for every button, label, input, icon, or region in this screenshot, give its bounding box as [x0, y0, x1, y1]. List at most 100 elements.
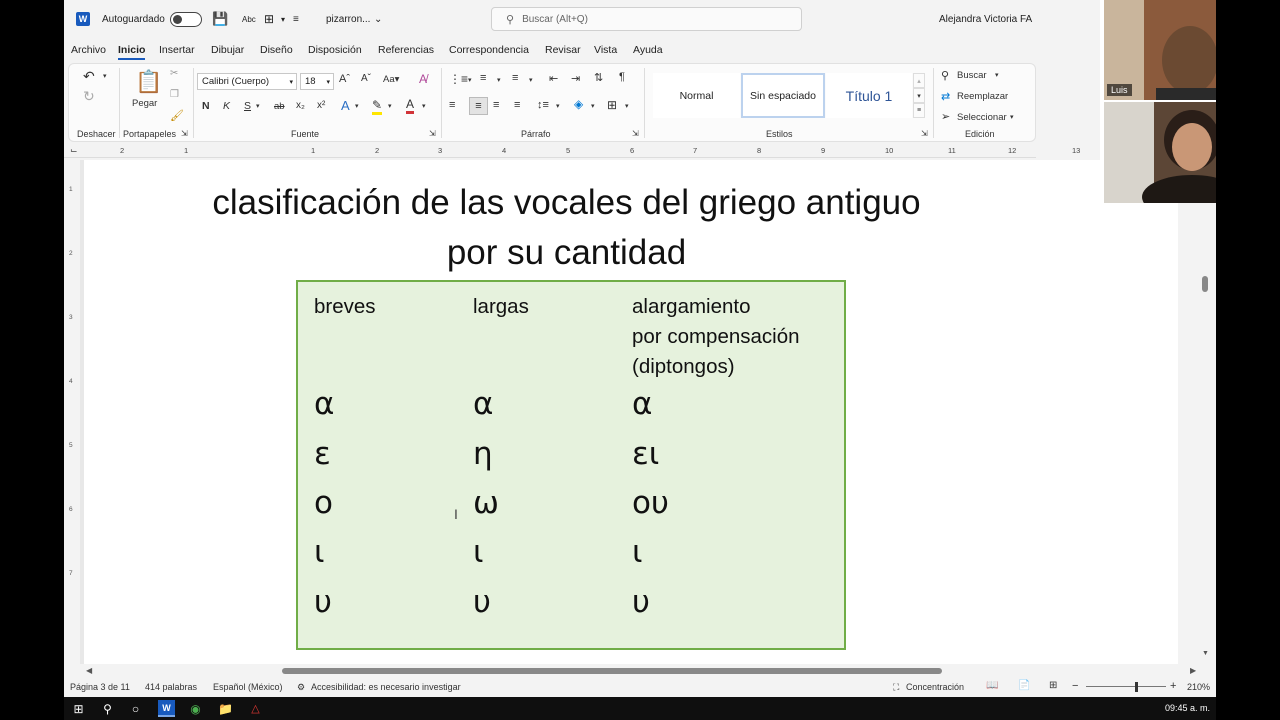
styles-launcher-icon[interactable]: ⇲	[921, 129, 928, 138]
align-right-icon[interactable]: ≡	[493, 99, 499, 111]
clear-formatting-icon[interactable]: A̸	[419, 72, 427, 86]
increase-indent-icon[interactable]: ⇥	[571, 72, 580, 85]
document-heading[interactable]: clasificación de las vocales del griego …	[84, 178, 1049, 278]
change-case-icon[interactable]: Aa▾	[383, 74, 399, 85]
justify-icon[interactable]: ≡	[514, 99, 520, 111]
document-area[interactable]: clasificación de las vocales del griego …	[80, 160, 1178, 664]
find-button[interactable]: Buscar	[957, 70, 987, 81]
spelling-icon[interactable]: Abc	[242, 0, 256, 38]
clipboard-launcher-icon[interactable]: ⇲	[181, 129, 188, 138]
zoom-slider-thumb[interactable]	[1135, 682, 1138, 692]
bullets-dropdown-icon[interactable]: ▾	[468, 76, 472, 84]
align-left-icon[interactable]: ≡	[449, 99, 455, 111]
file-explorer-icon[interactable]: 📁	[217, 700, 234, 717]
accessibility-status[interactable]: Accesibilidad: es necesario investigar	[311, 682, 461, 692]
underline-button[interactable]: S	[244, 100, 251, 112]
chrome-icon[interactable]: ◉	[187, 700, 204, 717]
language-status[interactable]: Español (México)	[213, 682, 283, 692]
bold-button[interactable]: N	[202, 100, 210, 112]
focus-icon[interactable]: ⛶	[893, 682, 899, 693]
accessibility-icon[interactable]: ⚙	[297, 682, 305, 693]
font-size-select[interactable]: 18 ▾	[300, 73, 334, 90]
tab-disposicion[interactable]: Disposición	[308, 44, 362, 56]
styles-more-icon[interactable]: ≡	[913, 103, 925, 118]
clock[interactable]: 09:45 a. m.	[1165, 703, 1210, 713]
qat-customize-icon[interactable]: ≡	[293, 0, 299, 38]
tab-diseno[interactable]: Diseño	[260, 44, 293, 56]
zoom-level[interactable]: 210%	[1187, 682, 1210, 692]
vowel-table[interactable]: breves largas alargamiento por compensac…	[296, 280, 846, 650]
replace-icon[interactable]: ⇄	[941, 90, 950, 103]
read-mode-icon[interactable]: 📖	[986, 680, 998, 691]
strikethrough-button[interactable]: ab	[274, 101, 285, 112]
select-icon[interactable]: ➢	[941, 110, 950, 123]
print-layout-icon[interactable]: 📄	[1018, 680, 1030, 691]
participant-video-luis[interactable]: Luis	[1104, 0, 1216, 100]
multilevel-dropdown-icon[interactable]: ▾	[529, 76, 533, 84]
search-icon[interactable]: ⚲	[99, 700, 116, 717]
sort-icon[interactable]: ⇅	[594, 71, 603, 84]
task-view-icon[interactable]: ○	[127, 700, 144, 717]
zoom-slider[interactable]	[1086, 686, 1166, 687]
numbering-dropdown-icon[interactable]: ▾	[497, 76, 501, 84]
underline-dropdown-icon[interactable]: ▾	[256, 102, 260, 110]
borders-icon[interactable]: ⊞	[607, 98, 617, 112]
focus-mode[interactable]: Concentración	[906, 682, 964, 692]
web-layout-icon[interactable]: ⊞	[1049, 680, 1057, 691]
find-icon[interactable]: ⚲	[941, 69, 949, 82]
acrobat-icon[interactable]: △	[247, 700, 264, 717]
shrink-font-icon[interactable]: Aˇ	[361, 73, 371, 84]
bullets-icon[interactable]: ⋮≡	[449, 72, 468, 86]
undo-dropdown-icon[interactable]: ▾	[103, 72, 107, 80]
grow-font-icon[interactable]: Aˆ	[339, 73, 350, 85]
style-sin-espaciado[interactable]: Sin espaciado	[741, 73, 825, 118]
styles-scroll-down-icon[interactable]: ▾	[913, 88, 925, 103]
undo-icon[interactable]: ↶	[83, 68, 95, 85]
paragraph-launcher-icon[interactable]: ⇲	[632, 129, 639, 138]
document-name-chevron-icon[interactable]: ⌄	[374, 0, 382, 38]
zoom-out-icon[interactable]: −	[1072, 680, 1078, 692]
vertical-scroll-thumb[interactable]	[1202, 276, 1208, 292]
line-spacing-icon[interactable]: ↕≡	[537, 99, 549, 111]
highlight-icon[interactable]: ✎	[372, 98, 383, 115]
style-titulo-1[interactable]: Título 1	[826, 73, 912, 118]
tab-referencias[interactable]: Referencias	[378, 44, 434, 56]
numbering-icon[interactable]: ≡	[480, 72, 486, 84]
user-name[interactable]: Alejandra Victoria FA	[939, 0, 1032, 38]
scroll-right-icon[interactable]: ▶	[1190, 666, 1196, 675]
vertical-scrollbar[interactable]: ▼	[1178, 158, 1216, 664]
subscript-button[interactable]: x₂	[296, 100, 305, 111]
tab-correspondencia[interactable]: Correspondencia	[449, 44, 529, 56]
multilevel-list-icon[interactable]: ≡	[512, 72, 518, 84]
font-launcher-icon[interactable]: ⇲	[429, 129, 436, 138]
tab-selector-icon[interactable]: ⌙	[70, 145, 78, 156]
horizontal-scroll-thumb[interactable]	[282, 668, 942, 674]
text-effects-icon[interactable]: A	[341, 98, 350, 113]
decrease-indent-icon[interactable]: ⇤	[549, 72, 558, 85]
document-page[interactable]: clasificación de las vocales del griego …	[84, 160, 1178, 664]
font-name-select[interactable]: Calibri (Cuerpo) ▾	[197, 73, 297, 90]
tab-dibujar[interactable]: Dibujar	[211, 44, 244, 56]
font-color-dropdown-icon[interactable]: ▾	[422, 102, 426, 110]
tab-archivo[interactable]: Archivo	[71, 44, 106, 56]
tab-insertar[interactable]: Insertar	[159, 44, 195, 56]
windows-start-icon[interactable]: ⊞	[70, 700, 87, 717]
scroll-down-icon[interactable]: ▼	[1202, 650, 1209, 657]
word-count[interactable]: 414 palabras	[145, 682, 197, 692]
copy-icon[interactable]: ❐	[170, 89, 179, 100]
paste-icon[interactable]: 📋	[135, 69, 162, 95]
superscript-button[interactable]: x²	[317, 100, 325, 111]
select-dropdown-icon[interactable]: ▾	[1010, 113, 1014, 121]
style-normal[interactable]: Normal	[653, 73, 740, 118]
tab-vista[interactable]: Vista	[594, 44, 617, 56]
align-center-icon[interactable]: ≡	[469, 97, 488, 115]
text-effects-dropdown-icon[interactable]: ▾	[355, 102, 359, 110]
qat-format-icon[interactable]: ⊞	[264, 0, 274, 38]
redo-icon[interactable]: ↻	[83, 88, 95, 105]
save-icon[interactable]: 💾	[212, 0, 228, 38]
find-dropdown-icon[interactable]: ▾	[995, 71, 999, 79]
document-name[interactable]: pizarron...	[326, 0, 370, 38]
styles-scroll-up-icon[interactable]: ▴	[913, 73, 925, 88]
show-marks-icon[interactable]: ¶	[619, 71, 625, 83]
tab-inicio[interactable]: Inicio	[118, 44, 146, 60]
